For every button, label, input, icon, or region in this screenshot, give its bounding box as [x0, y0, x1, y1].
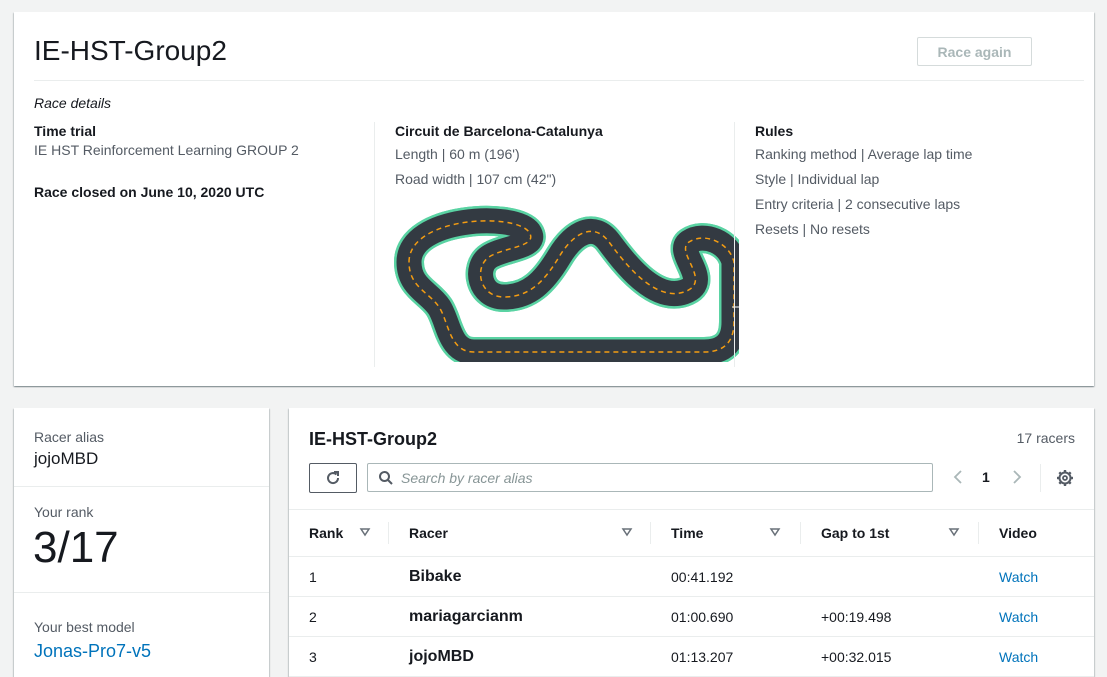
watch-video-link[interactable]: Watch [999, 569, 1038, 585]
refresh-icon [327, 471, 340, 485]
racer-count: 17 racers [1016, 430, 1075, 446]
search-box [367, 463, 933, 492]
track-info-column: Circuit de Barcelona-Catalunya Length | … [395, 122, 735, 192]
watch-video-link[interactable]: Watch [999, 649, 1038, 665]
column-header-video: Video [999, 525, 1037, 541]
track-length: Length | 60 m (196') [395, 146, 520, 162]
racer-rank: 3/17 [33, 523, 119, 572]
race-type: Time trial [34, 123, 96, 139]
next-page-button[interactable] [1005, 465, 1029, 489]
rank-section: Your rank 3/17 [14, 487, 269, 593]
gear-icon [1057, 470, 1073, 486]
rules-column: Rules Ranking method | Average lap time … [755, 122, 1085, 242]
time-cell: 01:00.690 [671, 608, 734, 625]
track-name: Circuit de Barcelona-Catalunya [395, 123, 603, 139]
track-map-image [394, 202, 739, 362]
divider [1040, 464, 1041, 492]
rule-item: Resets | No resets [755, 221, 870, 237]
column-header-label: Racer [409, 525, 448, 541]
column-header-racer[interactable]: Racer [389, 510, 651, 557]
model-label: Your best model [34, 619, 135, 635]
video-cell: Watch [979, 597, 1094, 637]
leaderboard-card: IE-HST-Group2 17 racers 1 [289, 408, 1094, 677]
best-model-link[interactable]: Jonas-Pro7-v5 [34, 641, 151, 662]
column-header-label: Time [671, 525, 704, 541]
search-input[interactable] [401, 466, 921, 489]
gap-cell: +00:19.498 [821, 608, 892, 625]
search-icon [379, 471, 393, 485]
column-divider [734, 122, 735, 367]
column-header-label: Rank [309, 525, 344, 541]
racer-cell: mariagarcianm [409, 607, 523, 625]
watch-video-link[interactable]: Watch [999, 609, 1038, 625]
sort-icon[interactable] [769, 527, 781, 537]
column-header-rank[interactable]: Rank [289, 510, 389, 557]
leaderboard-title: IE-HST-Group2 [309, 429, 438, 449]
column-header-time[interactable]: Time [651, 510, 801, 557]
gap-cell: +00:32.015 [821, 648, 892, 665]
racer-cell: jojoMBD [409, 647, 474, 665]
rank-label: Your rank [34, 504, 94, 520]
gap-cell [801, 557, 979, 597]
track-width: Road width | 107 cm (42") [395, 171, 557, 187]
racer-profile-card: Racer alias jojoMBD Your rank 3/17 Your … [14, 408, 269, 677]
alias-section: Racer alias jojoMBD [14, 408, 269, 487]
race-details-card: IE-HST-Group2 Race again Race details Ti… [14, 12, 1094, 386]
race-again-button[interactable]: Race again [917, 37, 1032, 66]
chevron-left-icon [953, 470, 962, 484]
leaderboard-table: Rank Racer Time Gap to 1st Video 1 Bibak… [289, 509, 1094, 677]
race-details-label: Race details [34, 95, 112, 111]
video-cell: Watch [979, 637, 1094, 677]
sort-icon[interactable] [621, 527, 633, 537]
rules-heading: Rules [755, 123, 794, 139]
table-row: 1 Bibake 00:41.192 Watch [289, 557, 1094, 597]
video-cell: Watch [979, 557, 1094, 597]
alias-label: Racer alias [34, 429, 105, 445]
rank-cell: 1 [309, 568, 317, 585]
time-cell: 01:13.207 [671, 648, 734, 665]
rule-item: Entry criteria | 2 consecutive laps [755, 196, 961, 212]
time-cell: 00:41.192 [671, 568, 734, 585]
table-row: 3 jojoMBD 01:13.207 +00:32.015 Watch [289, 637, 1094, 677]
settings-button[interactable] [1053, 466, 1077, 490]
race-closed-status: Race closed on June 10, 2020 UTC [34, 184, 265, 200]
rule-item: Style | Individual lap [755, 171, 880, 187]
racer-alias: jojoMBD [34, 449, 99, 468]
racer-cell: Bibake [409, 567, 462, 585]
previous-page-button[interactable] [946, 465, 970, 489]
page-title: IE-HST-Group2 [34, 35, 227, 66]
race-description: IE HST Reinforcement Learning GROUP 2 [34, 142, 299, 158]
rank-cell: 3 [309, 648, 317, 665]
column-divider [374, 122, 375, 367]
divider [34, 80, 1084, 81]
sort-icon[interactable] [948, 527, 960, 537]
race-info-column: Time trial IE HST Reinforcement Learning… [34, 122, 374, 200]
page-number[interactable]: 1 [982, 469, 990, 485]
refresh-button[interactable] [309, 463, 357, 493]
model-section: Your best model Jonas-Pro7-v5 [14, 593, 269, 677]
sort-icon[interactable] [359, 527, 371, 537]
rank-cell: 2 [309, 608, 317, 625]
rule-item: Ranking method | Average lap time [755, 146, 973, 162]
table-row: 2 mariagarcianm 01:00.690 +00:19.498 Wat… [289, 597, 1094, 637]
column-header-gap[interactable]: Gap to 1st [801, 510, 979, 557]
table-header-row: Rank Racer Time Gap to 1st Video [289, 509, 1094, 557]
chevron-right-icon [1013, 470, 1022, 484]
column-header-label: Gap to 1st [821, 525, 890, 541]
